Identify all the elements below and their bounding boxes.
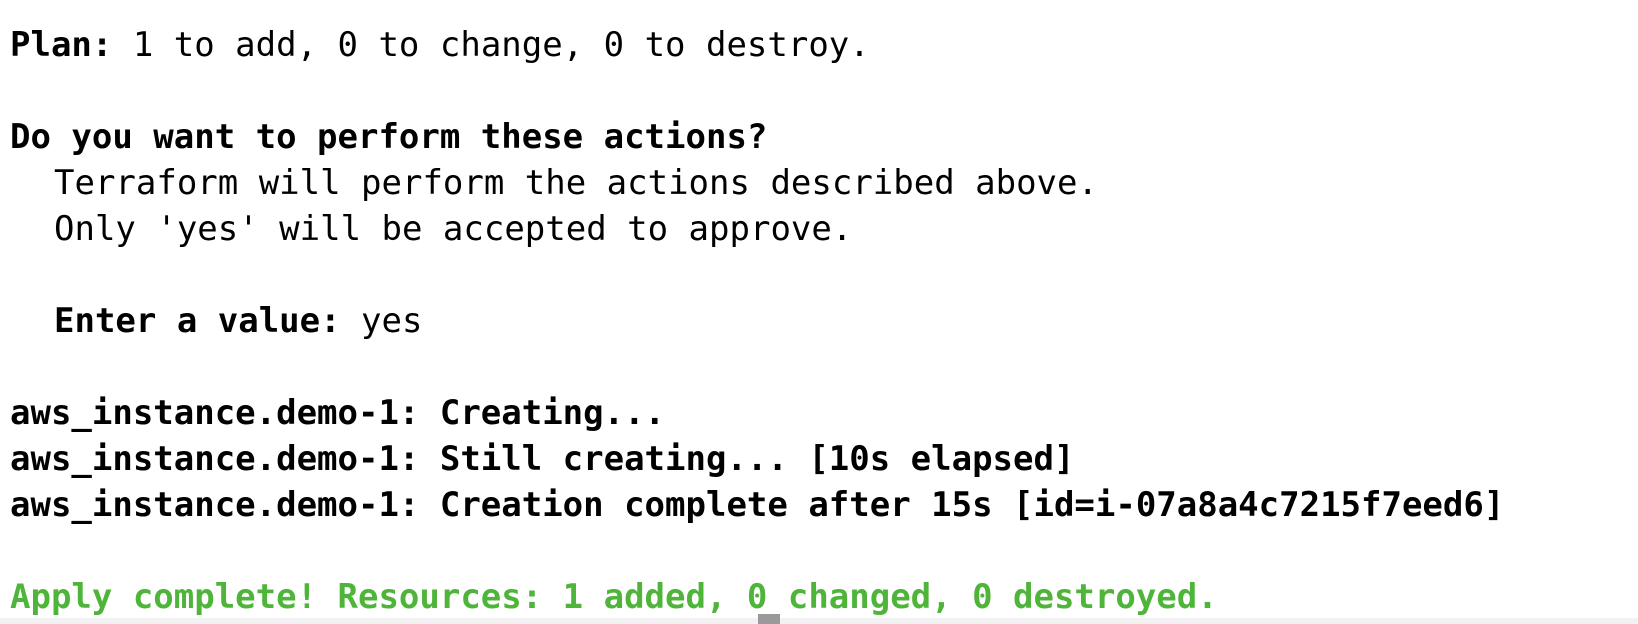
- value-prompt-line[interactable]: Enter a value: yes: [10, 298, 1638, 344]
- plan-label: Plan:: [10, 25, 113, 65]
- confirm-description-1: Terraform will perform the actions descr…: [54, 163, 1098, 203]
- progress-line-still-creating: aws_instance.demo-1: Still creating... […: [10, 439, 1075, 479]
- value-prompt-label: Enter a value:: [54, 301, 341, 341]
- apply-complete-message: Apply complete! Resources: 1 added, 0 ch…: [10, 577, 1218, 617]
- plan-line: Plan: 1 to add, 0 to change, 0 to destro…: [10, 22, 1638, 68]
- confirm-question: Do you want to perform these actions?: [10, 117, 768, 157]
- progress-line-creating: aws_instance.demo-1: Creating...: [10, 393, 666, 433]
- progress-line-complete: aws_instance.demo-1: Creation complete a…: [10, 485, 1505, 525]
- terminal-window[interactable]: Plan: 1 to add, 0 to change, 0 to destro…: [0, 0, 1638, 624]
- confirm-description-2: Only 'yes' will be accepted to approve.: [54, 209, 853, 249]
- resize-handle[interactable]: [758, 614, 780, 624]
- window-bottom-edge: [0, 618, 1638, 624]
- plan-summary: 1 to add, 0 to change, 0 to destroy.: [112, 25, 870, 65]
- value-input[interactable]: yes: [341, 301, 422, 341]
